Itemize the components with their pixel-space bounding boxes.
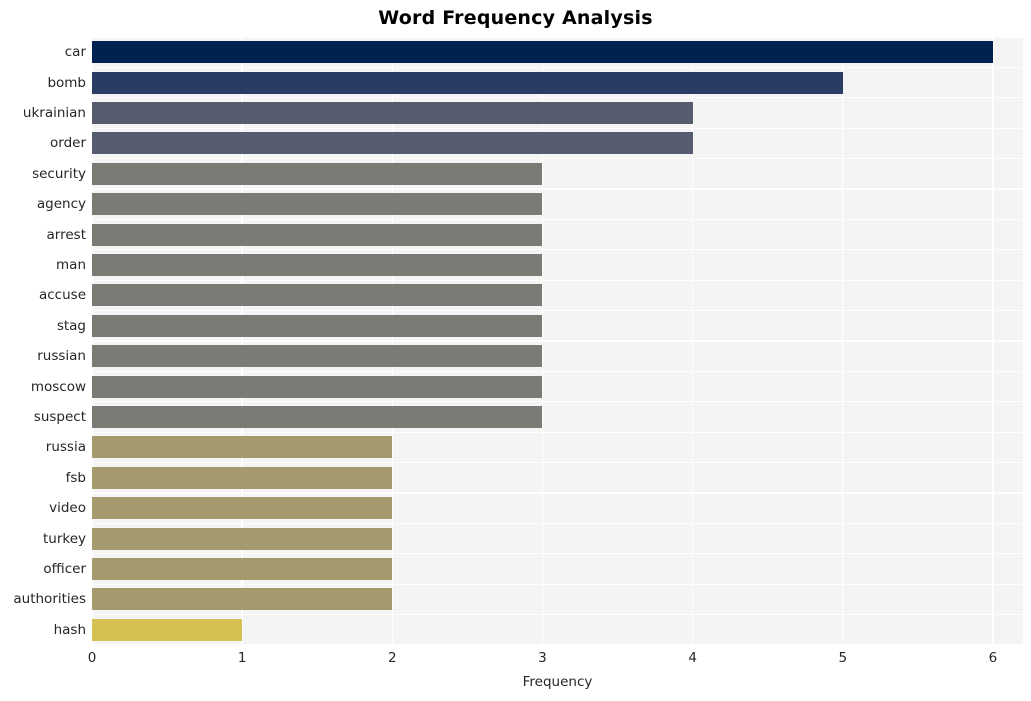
- y-tick-agency: agency: [36, 196, 86, 213]
- bar-video[interactable]: [92, 497, 393, 520]
- y-tick-video: video: [49, 500, 86, 517]
- y-tick-man: man: [56, 257, 86, 273]
- bar-fsb[interactable]: [92, 466, 393, 489]
- bar-bomb[interactable]: [92, 71, 843, 94]
- bar-car[interactable]: [92, 41, 993, 64]
- y-tick-turkey: turkey: [42, 530, 86, 547]
- bar-accuse[interactable]: [92, 284, 543, 307]
- gridline-row: [92, 37, 1023, 38]
- gridline-row: [92, 127, 1023, 129]
- y-tick-security: security: [32, 165, 86, 182]
- y-tick-suspect: suspect: [33, 409, 86, 425]
- bar-hash[interactable]: [92, 618, 243, 641]
- x-tick-4: 4: [688, 650, 697, 666]
- y-tick-hash: hash: [53, 621, 86, 638]
- gridline-row: [92, 431, 1023, 433]
- bar-moscow[interactable]: [92, 375, 543, 398]
- y-tick-arrest: arrest: [46, 226, 86, 243]
- chart-figure: Word Frequency Analysis car bomb ukrainian…: [0, 0, 1031, 701]
- y-tick-fsb: fsb: [65, 469, 86, 486]
- y-tick-order: order: [50, 135, 86, 152]
- y-tick-authorities: authorities: [13, 591, 86, 608]
- bar-russian[interactable]: [92, 345, 543, 368]
- gridline-row: [92, 249, 1023, 251]
- y-tick-bomb: bomb: [47, 74, 86, 91]
- gridline-row: [92, 97, 1023, 99]
- gridline-row: [92, 461, 1023, 464]
- x-tick-3: 3: [538, 650, 547, 666]
- gridline-row: [92, 583, 1023, 585]
- chart-title: Word Frequency Analysis: [378, 7, 653, 29]
- gridline-row: [92, 188, 1023, 190]
- y-tick-moscow: moscow: [30, 378, 86, 395]
- bar-russia[interactable]: [92, 436, 393, 459]
- bar-ukrainian[interactable]: [92, 102, 693, 124]
- gridline-row: [92, 401, 1023, 403]
- gridline-row: [92, 644, 1023, 645]
- x-tick-0: 0: [87, 650, 97, 666]
- y-tick-stag: stag: [56, 317, 86, 334]
- bar-agency[interactable]: [92, 193, 543, 216]
- x-tick-2: 2: [388, 650, 397, 666]
- y-tick-officer: officer: [43, 561, 86, 577]
- bar-turkey[interactable]: [92, 527, 393, 550]
- bar-security[interactable]: [92, 162, 543, 185]
- gridline-row: [92, 613, 1023, 616]
- x-tick-6: 6: [988, 650, 998, 666]
- gridline-row: [92, 279, 1023, 281]
- gridline-row: [92, 157, 1023, 160]
- gridline-row: [92, 370, 1023, 373]
- bar-officer[interactable]: [92, 558, 393, 580]
- gridline-row: [92, 492, 1023, 494]
- gridline-row: [92, 553, 1023, 555]
- gridline-row: [92, 522, 1023, 525]
- y-tick-russian: russian: [37, 348, 86, 365]
- gridline-row: [92, 66, 1023, 69]
- x-axis-label: Frequency: [522, 674, 593, 690]
- gridline-row: [92, 340, 1023, 342]
- bar-suspect[interactable]: [92, 406, 543, 428]
- bar-man[interactable]: [92, 254, 543, 276]
- bar-order[interactable]: [92, 132, 693, 155]
- bar-stag[interactable]: [92, 314, 543, 337]
- y-tick-car: car: [64, 44, 86, 61]
- y-tick-accuse: accuse: [38, 287, 86, 304]
- gridline-row: [92, 218, 1023, 221]
- bar-arrest[interactable]: [92, 223, 543, 246]
- y-tick-ukrainian: ukrainian: [22, 105, 86, 121]
- x-tick-1: 1: [237, 650, 247, 666]
- y-tick-russia: russia: [45, 439, 86, 456]
- bar-authorities[interactable]: [92, 588, 393, 611]
- gridline-row: [92, 309, 1023, 312]
- x-tick-5: 5: [838, 650, 848, 666]
- plot-area: [92, 37, 1023, 645]
